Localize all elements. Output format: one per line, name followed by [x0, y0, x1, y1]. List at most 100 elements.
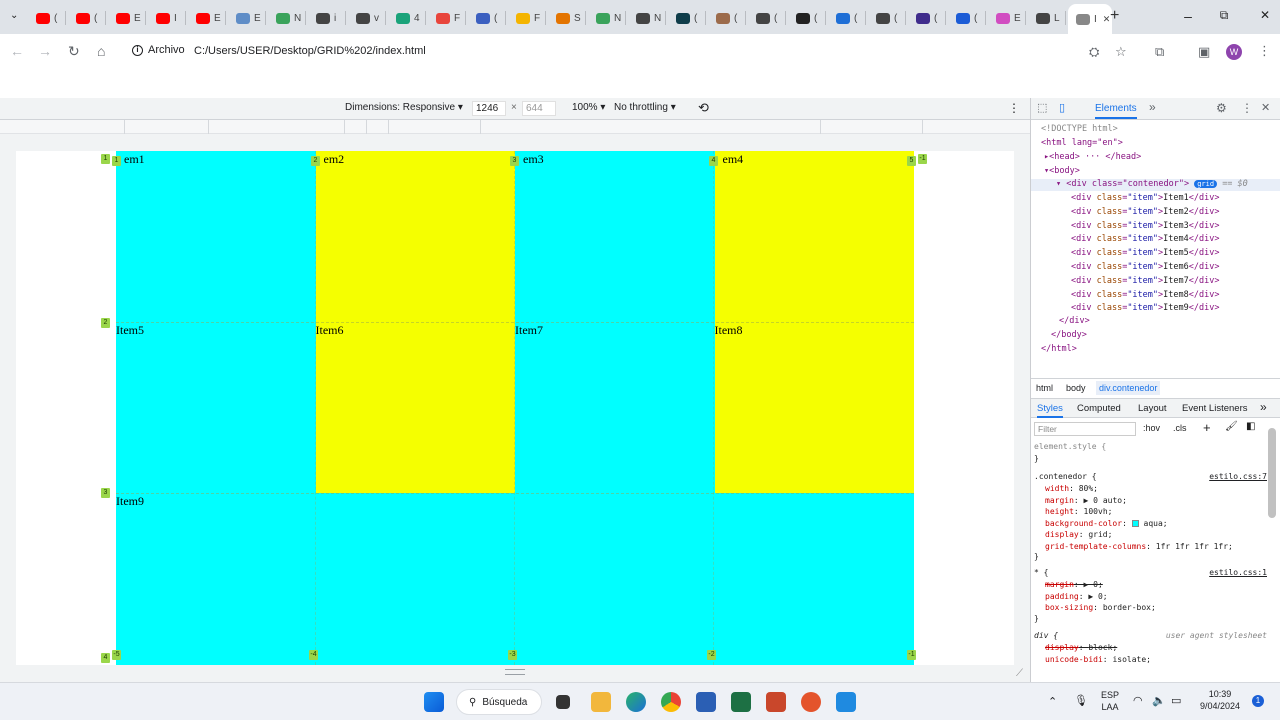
site-info-chip[interactable]: i Archivo — [132, 44, 185, 56]
grid-item-8[interactable]: Item8 — [714, 322, 914, 493]
chrome-icon[interactable] — [661, 692, 681, 712]
grid-item-3[interactable]: em3 — [515, 151, 715, 322]
css-declaration[interactable]: background-color: aqua; — [1045, 519, 1168, 528]
device-toolbar-menu-icon[interactable]: ⋮ — [1008, 101, 1020, 115]
file-explorer-icon[interactable] — [591, 692, 611, 712]
browser-tab[interactable]: 4 — [388, 6, 426, 30]
grid-item-2[interactable]: em2 — [315, 151, 515, 322]
browser-tab[interactable]: v — [348, 6, 386, 30]
new-rule-button[interactable]: + — [1203, 420, 1211, 435]
dimensions-dropdown[interactable]: Dimensions: Responsive ▾ — [345, 102, 463, 113]
browser-tab[interactable]: ( — [468, 6, 506, 30]
tab-elements[interactable]: Elements — [1095, 103, 1137, 119]
side-panel-icon[interactable]: ▣ — [1198, 44, 1210, 60]
browser-menu-icon[interactable]: ⋮ — [1258, 43, 1271, 59]
browser-tab[interactable]: S — [548, 6, 586, 30]
css-declaration[interactable]: padding: ▶ 0; — [1045, 592, 1108, 601]
grid-item-4[interactable]: em4 — [714, 151, 914, 322]
grid-item-7[interactable]: Item7 — [515, 322, 715, 493]
edge-icon[interactable] — [626, 692, 646, 712]
new-tab-button[interactable]: + — [1110, 7, 1119, 25]
browser-tab[interactable]: N — [588, 6, 626, 30]
cls-toggle[interactable]: .cls — [1173, 423, 1187, 433]
home-button[interactable]: ⌂ — [97, 43, 105, 59]
breadcrumb-div-contenedor[interactable]: div.contenedor — [1096, 381, 1161, 395]
close-window-button[interactable]: ✕ — [1242, 8, 1280, 22]
forward-button[interactable]: → — [38, 43, 52, 59]
volume-icon[interactable]: 🔈 — [1152, 694, 1166, 707]
tab-computed[interactable]: Computed — [1077, 403, 1121, 414]
dom-item-node[interactable]: <div class="item">Item2</div> — [1071, 207, 1219, 217]
profile-avatar[interactable]: W — [1226, 44, 1242, 60]
browser-tab[interactable]: ( — [28, 6, 66, 30]
viewport-resize-handle[interactable] — [505, 669, 525, 675]
dom-toggle-icon[interactable]: ▾ — [1056, 179, 1066, 189]
browser-tab[interactable]: ( — [868, 6, 906, 30]
css-declaration[interactable]: margin: ▶ 0 auto; — [1045, 496, 1127, 505]
task-view-icon[interactable] — [556, 695, 570, 709]
paint-icon[interactable]: 🖌 — [1225, 421, 1238, 432]
css-declaration[interactable]: height: 100vh; — [1045, 507, 1112, 516]
height-input[interactable]: 644 — [522, 101, 556, 116]
browser-tab[interactable]: E — [228, 6, 266, 30]
browser-tab[interactable]: ( — [788, 6, 826, 30]
breadcrumb-body[interactable]: body — [1066, 383, 1086, 393]
css-declaration[interactable]: grid-template-columns: 1fr 1fr 1fr 1fr; — [1045, 542, 1233, 551]
styles-more[interactable]: » — [1260, 400, 1267, 414]
dom-item-node[interactable]: <div class="item">Item4</div> — [1071, 234, 1219, 244]
hov-toggle[interactable]: :hov — [1143, 423, 1160, 433]
css-declaration[interactable]: display: grid; — [1045, 530, 1112, 539]
tab-more[interactable]: » — [1149, 100, 1156, 114]
language-indicator[interactable]: ESP LAA — [1098, 690, 1122, 712]
rotate-icon[interactable]: ⟲ — [698, 100, 709, 116]
dom-item-node[interactable]: <div class="item">Item6</div> — [1071, 262, 1219, 272]
translate-icon[interactable]: ⛭ — [1089, 44, 1099, 60]
styles-filter-input[interactable]: Filter — [1034, 422, 1136, 436]
browser-tab[interactable]: I ✕ — [1068, 4, 1112, 34]
grid-badge-button[interactable]: grid — [1194, 180, 1218, 188]
tab-event-listeners[interactable]: Event Listeners — [1182, 403, 1247, 414]
tab-search-chevron-icon[interactable]: ⌄ — [10, 10, 18, 21]
grid-item-6[interactable]: Item6 — [315, 322, 515, 493]
browser-tab[interactable]: F — [428, 6, 466, 30]
browser-tab[interactable]: ( — [828, 6, 866, 30]
browser-tab[interactable]: ( — [948, 6, 986, 30]
microphone-icon[interactable]: 🎙 — [1074, 694, 1088, 707]
browser-tab[interactable]: i — [308, 6, 346, 30]
dom-doctype[interactable]: <!DOCTYPE html> — [1041, 124, 1118, 134]
reload-button[interactable]: ↻ — [68, 43, 80, 60]
notification-badge[interactable]: 1 — [1252, 695, 1264, 707]
devtools-menu-icon[interactable]: ⋮ — [1241, 101, 1253, 115]
browser-tab[interactable]: E — [988, 6, 1026, 30]
dom-body-open[interactable]: ▾<body> — [1044, 166, 1080, 176]
browser-tab[interactable]: I — [148, 6, 186, 30]
dom-item-node[interactable]: <div class="item">Item8</div> — [1071, 290, 1219, 300]
settings-gear-icon[interactable]: ⚙ — [1216, 101, 1227, 115]
star-selector[interactable]: * { — [1034, 568, 1048, 577]
browser-tab[interactable]: ( — [668, 6, 706, 30]
dom-item-node[interactable]: <div class="item">Item9</div> — [1071, 303, 1219, 313]
breadcrumb-html[interactable]: html — [1036, 383, 1053, 393]
browser-tab[interactable]: E — [108, 6, 146, 30]
grid-item-5[interactable]: Item5 — [116, 322, 316, 493]
browser-tab[interactable]: ( — [748, 6, 786, 30]
browser-tab[interactable]: F — [508, 6, 546, 30]
css-declaration[interactable]: width: 80%; — [1045, 484, 1098, 493]
maximize-button[interactable]: ⧉ — [1201, 8, 1247, 23]
tab-layout[interactable]: Layout — [1138, 403, 1167, 414]
div-selector[interactable]: div { — [1034, 631, 1058, 640]
dom-item-node[interactable]: <div class="item">Item1</div> — [1071, 193, 1219, 203]
grid-item-9[interactable]: Item9 — [116, 493, 316, 665]
bookmark-star-icon[interactable]: ☆ — [1115, 44, 1127, 60]
taskbar-search[interactable]: ⚲ Búsqueda — [456, 689, 542, 715]
battery-icon[interactable]: ▭ — [1171, 694, 1181, 707]
browser-tab[interactable]: E — [188, 6, 226, 30]
url-text[interactable]: C:/Users/USER/Desktop/GRID%202/index.htm… — [194, 45, 426, 57]
styles-scrollbar[interactable] — [1268, 428, 1276, 518]
browser-tab[interactable]: ( — [708, 6, 746, 30]
dom-html-close[interactable]: </html> — [1041, 344, 1077, 354]
element-style-selector[interactable]: element.style { — [1034, 442, 1106, 451]
powerpoint-icon[interactable] — [766, 692, 786, 712]
brave-icon[interactable] — [801, 692, 821, 712]
color-swatch-icon[interactable] — [1131, 519, 1139, 527]
